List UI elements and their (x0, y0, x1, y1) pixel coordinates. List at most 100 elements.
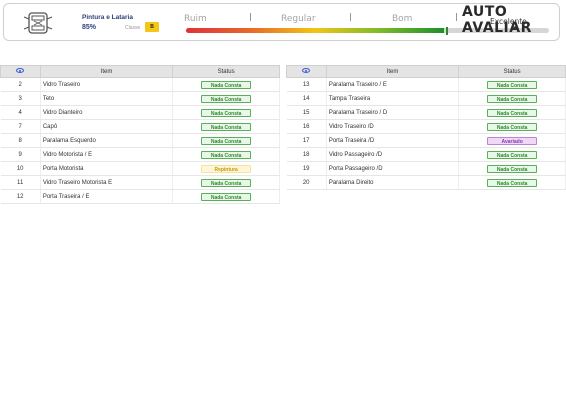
score-bar-fill (186, 28, 444, 33)
table-row[interactable]: 17 Porta Traseira /D Avariado (286, 133, 566, 148)
column-header-view (286, 65, 327, 78)
section-percent: 85% (82, 24, 97, 31)
row-number: 12 (0, 189, 41, 204)
row-status-cell: Nada Consta (458, 105, 566, 120)
table-row[interactable]: 18 Vidro Passageiro /D Nada Consta (286, 147, 566, 162)
status-badge: Nada Consta (201, 178, 252, 187)
status-badge: Nada Consta (487, 108, 538, 117)
row-item-name: Porta Passageiro /D (326, 161, 460, 176)
rating-arrow-icon (512, 26, 518, 29)
status-badge: Nada Consta (201, 80, 252, 89)
score-pointer (446, 27, 448, 35)
row-status-cell: Nada Consta (172, 175, 280, 190)
table-row[interactable]: 14 Tampa Traseira Nada Consta (286, 91, 566, 106)
row-number: 11 (0, 175, 41, 190)
score-card: Pintura e Lataria 85% Classe B Ruim Regu… (3, 3, 560, 41)
scale-label-bom: Bom (392, 14, 413, 24)
row-status-cell: Nada Consta (172, 105, 280, 120)
row-item-name: Capô (40, 119, 174, 134)
status-badge: Nada Consta (487, 150, 538, 159)
row-status-cell: Nada Consta (458, 91, 566, 106)
row-item-name: Vidro Motorista / E (40, 147, 174, 162)
row-number: 3 (0, 91, 41, 106)
scale-label-regular: Regular (281, 14, 316, 24)
table-row[interactable]: 11 Vidro Traseiro Motorista E Nada Consta (0, 175, 280, 190)
table-row[interactable]: 4 Vidro Dianteiro Nada Consta (0, 105, 280, 120)
row-number: 4 (0, 105, 41, 120)
row-number: 20 (286, 175, 327, 190)
status-badge: Nada Consta (201, 108, 252, 117)
status-badge: Nada Consta (487, 80, 538, 89)
column-header-item: Item (39, 65, 174, 78)
table-row[interactable]: 13 Paralama Traseiro / E Nada Consta (286, 77, 566, 92)
scale-separator (350, 13, 351, 21)
row-item-name: Porta Traseira / E (40, 189, 174, 204)
status-badge: Nada Consta (201, 150, 252, 159)
row-item-name: Paralama Traseiro / E (326, 77, 460, 92)
row-number: 8 (0, 133, 41, 148)
status-badge: Nada Consta (201, 122, 252, 131)
table-row[interactable]: 15 Paralama Traseiro / D Nada Consta (286, 105, 566, 120)
row-item-name: Paralama Traseiro / D (326, 105, 460, 120)
status-badge: Nada Consta (487, 164, 538, 173)
status-badge: Nada Consta (201, 136, 252, 145)
table-row[interactable]: 12 Porta Traseira / E Nada Consta (0, 189, 280, 204)
row-status-cell: Nada Consta (172, 147, 280, 162)
row-number: 10 (0, 161, 41, 176)
table-row[interactable]: 2 Vidro Traseiro Nada Consta (0, 77, 280, 92)
scale-separator (456, 13, 457, 21)
row-status-cell: Nada Consta (458, 77, 566, 92)
items-table-right: Item Status 13 Paralama Traseiro / E Nada … (286, 65, 566, 190)
row-item-name: Tampa Traseira (326, 91, 460, 106)
table-row[interactable]: 3 Teto Nada Consta (0, 91, 280, 106)
table-header-row: Item Status (286, 65, 566, 78)
status-badge: Repintura (201, 164, 252, 173)
row-number: 14 (286, 91, 327, 106)
column-header-status: Status (458, 65, 566, 78)
rating-label: Excelente (490, 17, 527, 26)
column-header-item: Item (325, 65, 460, 78)
row-item-name: Vidro Traseiro /D (326, 119, 460, 134)
row-number: 16 (286, 119, 327, 134)
eye-icon[interactable] (16, 68, 25, 74)
status-badge: Nada Consta (201, 94, 252, 103)
column-header-status: Status (172, 65, 280, 78)
row-status-cell: Nada Consta (172, 91, 280, 106)
section-title: Pintura e Lataria (82, 14, 133, 21)
row-number: 17 (286, 133, 327, 148)
class-label: Classe (125, 25, 141, 31)
table-row[interactable]: 10 Porta Motorista Repintura (0, 161, 280, 176)
row-item-name: Porta Traseira /D (326, 133, 460, 148)
eye-icon[interactable] (302, 68, 311, 74)
row-status-cell: Nada Consta (458, 175, 566, 190)
table-row[interactable]: 19 Porta Passageiro /D Nada Consta (286, 161, 566, 176)
row-status-cell: Nada Consta (458, 147, 566, 162)
table-row[interactable]: 20 Paralama Direito Nada Consta (286, 175, 566, 190)
row-status-cell: Avariado (458, 133, 566, 148)
status-badge: Nada Consta (487, 94, 538, 103)
table-row[interactable]: 7 Capô Nada Consta (0, 119, 280, 134)
row-number: 18 (286, 147, 327, 162)
row-status-cell: Nada Consta (458, 119, 566, 134)
row-number: 2 (0, 77, 41, 92)
scale-separator (250, 13, 251, 21)
status-badge: Nada Consta (201, 192, 252, 201)
row-item-name: Teto (40, 91, 174, 106)
status-badge: Nada Consta (487, 178, 538, 187)
scale-label-ruim: Ruim (184, 14, 207, 24)
row-number: 9 (0, 147, 41, 162)
row-item-name: Vidro Traseiro Motorista E (40, 175, 174, 190)
row-item-name: Vidro Traseiro (40, 77, 174, 92)
row-status-cell: Nada Consta (172, 77, 280, 92)
column-header-view (0, 65, 41, 78)
table-row[interactable]: 8 Paralama Esquerdo Nada Consta (0, 133, 280, 148)
table-row[interactable]: 9 Vidro Motorista / E Nada Consta (0, 147, 280, 162)
row-status-cell: Nada Consta (172, 119, 280, 134)
table-row[interactable]: 16 Vidro Traseiro /D Nada Consta (286, 119, 566, 134)
row-item-name: Porta Motorista (40, 161, 174, 176)
row-number: 13 (286, 77, 327, 92)
table-header-row: Item Status (0, 65, 280, 78)
row-status-cell: Nada Consta (172, 133, 280, 148)
status-badge: Nada Consta (487, 122, 538, 131)
car-body-icon (23, 12, 53, 34)
